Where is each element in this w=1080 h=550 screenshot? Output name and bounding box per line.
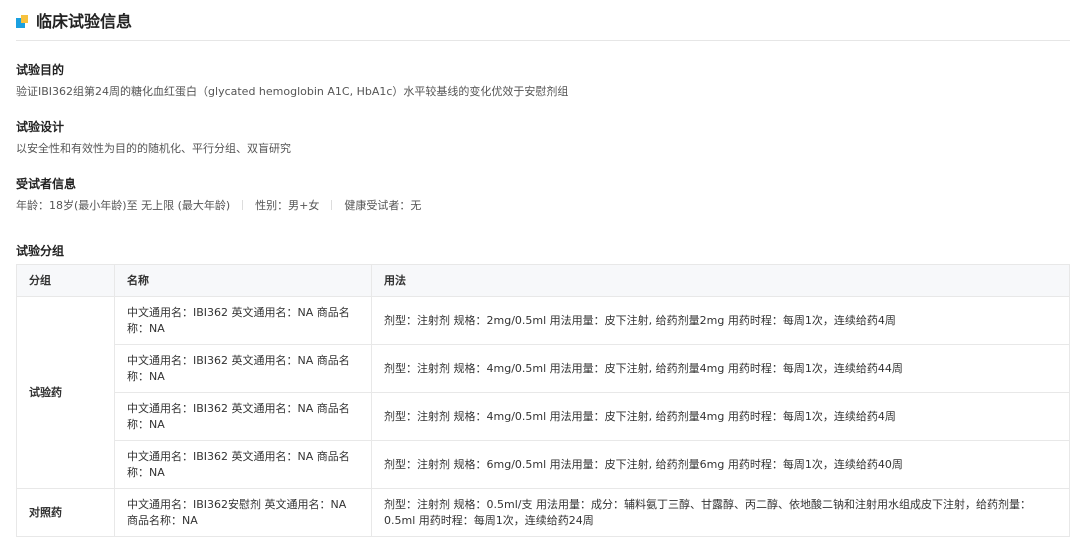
section-header: 临床试验信息 — [16, 12, 1070, 41]
drug-usage-cell: 剂型：注射剂 规格：2mg/0.5ml 用法用量：皮下注射, 给药剂量2mg 用… — [371, 296, 1070, 345]
table-row: 试验药 中文通用名：IBI362 英文通用名：NA 商品名称：NA 剂型：注射剂… — [16, 296, 1070, 489]
subjects-label: 受试者信息 — [16, 177, 77, 191]
arms-table: 分组 名称 用法 试验药 中文通用名：IBI362 英文通用名：NA 商品名称：… — [16, 264, 1070, 537]
clinical-trial-info-page: 临床试验信息 试验目的 验证IBI362组第24周的糖化血红蛋白（glycate… — [0, 0, 1080, 550]
page-title: 临床试验信息 — [36, 12, 133, 31]
objective-text: 验证IBI362组第24周的糖化血红蛋白（glycated hemoglobin… — [16, 85, 569, 98]
table-row: 中文通用名：IBI362 英文通用名：NA 商品名称：NA 剂型：注射剂 规格：… — [17, 392, 1070, 441]
arms-section: 试验分组 — [16, 243, 64, 259]
arms-label: 试验分组 — [16, 244, 65, 258]
table-row: 对照药 中文通用名：IBI362安慰剂 英文通用名：NA 商品名称：NA 剂型：… — [16, 488, 1070, 537]
column-header-group: 分组 — [16, 264, 115, 297]
design-text: 以安全性和有效性为目的的随机化、平行分组、双盲研究 — [16, 142, 291, 155]
drug-name-cell: 中文通用名：IBI362 英文通用名：NA 商品名称：NA — [114, 344, 372, 393]
group-cell-control: 对照药 — [16, 488, 115, 537]
drug-name-cell: 中文通用名：IBI362 英文通用名：NA 商品名称：NA — [114, 296, 372, 345]
drug-usage-cell: 剂型：注射剂 规格：0.5ml/支 用法用量：成分：辅料氨丁三醇、甘露醇、丙二醇… — [371, 488, 1070, 537]
group-cell-experimental: 试验药 — [16, 296, 115, 489]
subjects-info: 年龄：18岁(最小年龄)至 无上限 (最大年龄) 性别：男+女 健康受试者：无 — [16, 198, 421, 214]
design-label: 试验设计 — [16, 120, 65, 134]
table-row: 中文通用名：IBI362 英文通用名：NA 商品名称：NA 剂型：注射剂 规格：… — [17, 440, 1070, 489]
column-header-usage: 用法 — [371, 264, 1070, 297]
subjects-section: 受试者信息 年龄：18岁(最小年龄)至 无上限 (最大年龄) 性别：男+女 健康受试… — [16, 176, 421, 214]
drug-usage-cell: 剂型：注射剂 规格：6mg/0.5ml 用法用量：皮下注射, 给药剂量6mg 用… — [371, 440, 1070, 489]
table-row: 中文通用名：IBI362 英文通用名：NA 商品名称：NA 剂型：注射剂 规格：… — [17, 344, 1070, 393]
drug-name-cell: 中文通用名：IBI362 英文通用名：NA 商品名称：NA — [114, 392, 372, 441]
objective-label: 试验目的 — [16, 63, 65, 77]
drug-usage-cell: 剂型：注射剂 规格：4mg/0.5ml 用法用量：皮下注射, 给药剂量4mg 用… — [371, 392, 1070, 441]
drug-name-cell: 中文通用名：IBI362安慰剂 英文通用名：NA 商品名称：NA — [114, 488, 372, 537]
subjects-healthy: 健康受试者：无 — [344, 199, 422, 212]
column-header-name: 名称 — [114, 264, 372, 297]
section-marker-icon — [16, 15, 28, 28]
design-section: 试验设计 以安全性和有效性为目的的随机化、平行分组、双盲研究 — [16, 119, 291, 157]
subjects-age: 年龄：18岁(最小年龄)至 无上限 (最大年龄) — [16, 199, 231, 212]
subjects-sex: 性别：男+女 — [255, 199, 320, 212]
objective-section: 试验目的 验证IBI362组第24周的糖化血红蛋白（glycated hemog… — [16, 62, 568, 100]
divider — [242, 200, 244, 210]
drug-usage-cell: 剂型：注射剂 规格：4mg/0.5ml 用法用量：皮下注射, 给药剂量4mg 用… — [371, 344, 1070, 393]
table-header-row: 分组 名称 用法 — [16, 264, 1070, 297]
divider — [331, 200, 333, 210]
drug-name-cell: 中文通用名：IBI362 英文通用名：NA 商品名称：NA — [114, 440, 372, 489]
